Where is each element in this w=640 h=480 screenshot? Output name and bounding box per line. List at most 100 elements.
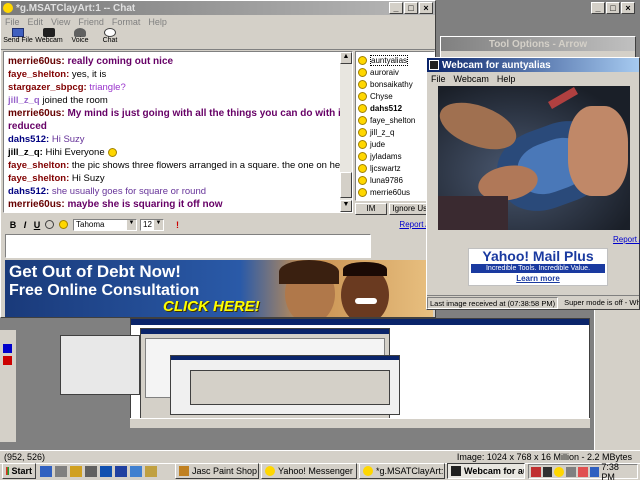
user-list-item[interactable]: jude xyxy=(358,138,432,150)
menu-view[interactable]: View xyxy=(47,17,74,27)
font-size-select[interactable]: 12 ▼ xyxy=(140,218,164,231)
psp-close-button[interactable]: × xyxy=(621,2,635,14)
chat-message: faye_shelton: Hi Suzy xyxy=(8,172,352,185)
taskbar-item-yahoo-messenger[interactable]: Yahoo! Messenger xyxy=(261,463,357,479)
user-list-item[interactable]: merrie60us xyxy=(358,186,432,198)
font-select[interactable]: Tahoma ▼ xyxy=(73,218,137,231)
message-sender[interactable]: jill_z_q: xyxy=(8,147,43,158)
user-list-item[interactable]: dahs512 xyxy=(358,102,432,114)
webcam-window[interactable]: Webcam for auntyalias File Webcam Help R… xyxy=(426,57,640,310)
quick-launch-icon[interactable] xyxy=(70,466,82,477)
chat-scrollbar[interactable]: ▲ ▼ xyxy=(340,52,352,212)
italic-button[interactable]: I xyxy=(19,220,31,230)
chat-window[interactable]: *g.MSATClayArt:1 -- Chat _ □ × File Edit… xyxy=(0,0,436,318)
user-list-item[interactable]: jyladams xyxy=(358,150,432,162)
quick-launch-icon[interactable] xyxy=(40,466,52,477)
chat-close-button[interactable]: × xyxy=(419,2,433,14)
chat-button[interactable]: Chat xyxy=(95,28,125,49)
bold-button[interactable]: B xyxy=(7,220,19,230)
user-list-item[interactable]: Chyse xyxy=(358,90,432,102)
scroll-up-arrow-icon[interactable]: ▲ xyxy=(340,52,352,64)
chat-maximize-button[interactable]: □ xyxy=(404,2,418,14)
user-list-item[interactable]: NikiT xyxy=(358,198,432,200)
tray-icon[interactable] xyxy=(589,466,600,477)
tray-icon[interactable] xyxy=(531,466,541,477)
message-input[interactable] xyxy=(5,234,371,258)
message-sender[interactable]: merrie60us: xyxy=(8,56,65,67)
banner-cta-button[interactable]: CLICK HERE! xyxy=(163,298,260,315)
font-dropdown-arrow-icon[interactable]: ▼ xyxy=(127,219,136,230)
menu-help[interactable]: Help xyxy=(144,17,171,27)
webcam-titlebar[interactable]: Webcam for auntyalias xyxy=(427,58,639,72)
chat-minimize-button[interactable]: _ xyxy=(389,2,403,14)
message-sender[interactable]: faye_shelton: xyxy=(8,173,69,184)
quick-launch-icon[interactable] xyxy=(145,466,157,477)
chat-title: *g.MSATClayArt:1 -- Chat xyxy=(16,2,136,14)
debt-banner-ad[interactable]: Get Out of Debt Now! Free Online Consult… xyxy=(5,260,433,317)
yahoo-mail-plus-ad[interactable]: Yahoo! Mail Plus Incredible Tools. Incre… xyxy=(468,248,608,286)
message-sender[interactable]: dahs512: xyxy=(8,186,49,197)
webcam-menu-webcam[interactable]: Webcam xyxy=(450,74,493,84)
user-list-item[interactable]: faye_shelton xyxy=(358,114,432,126)
menu-format[interactable]: Format xyxy=(108,17,145,27)
scroll-thumb[interactable] xyxy=(340,172,352,198)
quick-launch-icon[interactable] xyxy=(115,466,127,477)
message-sender[interactable]: jill_z_q xyxy=(8,95,40,106)
ad-learn-more-link[interactable]: Learn more xyxy=(469,273,607,284)
im-button[interactable]: IM xyxy=(355,203,387,215)
quick-launch-icon[interactable] xyxy=(100,466,112,477)
webcam-button[interactable]: Webcam xyxy=(33,28,65,49)
webcam-menu-help[interactable]: Help xyxy=(493,74,520,84)
user-list-item[interactable]: auntyalias xyxy=(358,54,432,66)
color-swatch-icon[interactable] xyxy=(3,356,12,365)
webcam-report-abuse-link[interactable]: Report Ab xyxy=(613,235,640,244)
taskbar-item-paint-shop-pro[interactable]: Jasc Paint Shop Pro -... xyxy=(175,463,259,479)
emoticon-icon[interactable] xyxy=(45,220,54,229)
size-dropdown-arrow-icon[interactable]: ▼ xyxy=(154,219,163,230)
task-label: Jasc Paint Shop Pro -... xyxy=(192,466,258,476)
quick-launch-icon[interactable] xyxy=(130,466,142,477)
task-label: Webcam for aunt... xyxy=(464,466,524,476)
quick-launch-icon[interactable] xyxy=(55,466,67,477)
taskbar-item-chat[interactable]: *g.MSATClayArt:1 -... xyxy=(359,463,445,479)
user-list[interactable]: auntyalias auroraiv bonsaikathy Chyse dahs51… xyxy=(355,51,435,201)
user-list-item[interactable]: ljcswartz xyxy=(358,162,432,174)
webcam-menu-file[interactable]: File xyxy=(427,74,450,84)
tray-icon[interactable] xyxy=(554,466,565,477)
tray-icon[interactable] xyxy=(577,466,588,477)
underline-button[interactable]: U xyxy=(31,220,43,230)
menu-friend[interactable]: Friend xyxy=(74,17,108,27)
chat-message-area[interactable]: merrie60us: s merrie60us: really coming … xyxy=(3,51,353,213)
menu-edit[interactable]: Edit xyxy=(24,17,48,27)
color-picker-icon[interactable] xyxy=(59,220,68,229)
message-sender[interactable]: dahs512: xyxy=(8,134,49,145)
user-list-item[interactable]: bonsaikathy xyxy=(358,78,432,90)
clock[interactable]: 7:38 PM xyxy=(601,462,634,480)
voice-button[interactable]: Voice xyxy=(65,28,95,49)
message-sender[interactable]: faye_shelton: xyxy=(8,69,69,80)
psp-maximize-button[interactable]: □ xyxy=(606,2,620,14)
user-list-item[interactable]: auroraiv xyxy=(358,66,432,78)
chat-titlebar[interactable]: *g.MSATClayArt:1 -- Chat _ □ × xyxy=(1,1,435,15)
send-file-button[interactable]: Send File xyxy=(3,28,33,49)
tray-icon[interactable] xyxy=(566,466,576,477)
user-list-item[interactable]: luna9786 xyxy=(358,174,432,186)
paint-shop-pro-icon xyxy=(179,466,189,476)
alert-icon[interactable]: ! xyxy=(176,220,179,230)
taskbar-item-webcam[interactable]: Webcam for aunt... xyxy=(447,463,525,479)
start-button[interactable]: Start xyxy=(2,463,36,479)
psp-minimize-button[interactable]: _ xyxy=(591,2,605,14)
scroll-down-arrow-icon[interactable]: ▼ xyxy=(340,200,352,212)
menu-file[interactable]: File xyxy=(1,17,24,27)
message-sender[interactable]: merrie60us: xyxy=(8,108,65,119)
message-sender[interactable]: faye_shelton: xyxy=(8,160,69,171)
user-list-item[interactable]: jill_z_q xyxy=(358,126,432,138)
tray-icon[interactable] xyxy=(542,466,553,477)
message-sender[interactable]: stargazer_sbpcg: xyxy=(8,82,87,93)
tool-options-titlebar[interactable]: Tool Options - Arrow xyxy=(441,37,635,51)
quick-launch-icon[interactable] xyxy=(85,466,97,477)
message-sender[interactable]: merrie60us: xyxy=(8,199,65,210)
nested-screenshot-left xyxy=(60,335,140,395)
color-swatch-icon[interactable] xyxy=(3,344,12,353)
font-size-value: 12 xyxy=(143,220,152,229)
